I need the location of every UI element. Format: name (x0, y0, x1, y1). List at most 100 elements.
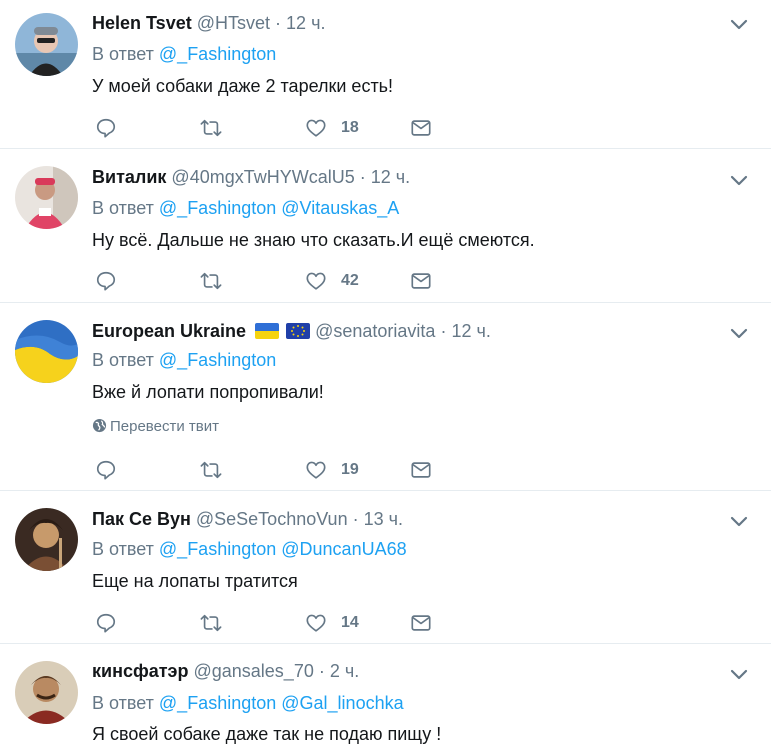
reply-prefix: В ответ (92, 350, 154, 370)
tweet-text: У моей собаки даже 2 тарелки есть! (92, 76, 394, 96)
tweet-text: Еще на лопаты тратится (92, 571, 298, 591)
reply-context: В ответ @_Fashington @DuncanUA68 (92, 538, 407, 560)
like-button[interactable]: 18 (305, 116, 359, 140)
reply-context: В ответ @_Fashington (92, 43, 276, 65)
avatar[interactable] (15, 661, 78, 724)
mention-link[interactable]: @Gal_linochka (281, 693, 403, 713)
reply-icon (96, 613, 116, 633)
avatar[interactable] (15, 508, 78, 571)
tweet-text: Я своей собаке даже так не подаю пищу ! (92, 724, 442, 744)
translate-label: Перевести твит (110, 418, 219, 435)
username[interactable]: @SeSeTochnoVun (196, 509, 348, 529)
like-count: 18 (341, 119, 359, 136)
chevron-down-icon[interactable] (729, 323, 749, 343)
reply-icon (96, 460, 116, 480)
mention-link[interactable]: @_Fashington (159, 198, 276, 218)
retweet-button[interactable] (200, 611, 222, 635)
chevron-down-icon[interactable] (729, 14, 749, 34)
globe-icon (92, 418, 107, 433)
display-name[interactable]: Helen Tsvet (92, 13, 192, 33)
direct-message-button[interactable] (410, 458, 432, 482)
tweet[interactable]: Helen Tsvet @HTsvet · 12 ч. В ответ @_Fa… (0, 0, 771, 149)
reply-context: В ответ @_Fashington (92, 349, 276, 371)
username[interactable]: @senatoriavita (315, 321, 435, 341)
reply-context: В ответ @_Fashington @Vitauskas_A (92, 197, 399, 219)
display-name[interactable]: European Ukraine (92, 321, 246, 341)
tweet-header: Виталик @40mgxTwHYWcalU5 · 12 ч. (92, 166, 410, 188)
like-count: 14 (341, 614, 359, 631)
direct-message-button[interactable] (410, 116, 432, 140)
mention-link[interactable]: @_Fashington (159, 350, 276, 370)
direct-message-button[interactable] (410, 611, 432, 635)
reply-icon (96, 118, 116, 138)
username[interactable]: @gansales_70 (193, 661, 313, 681)
envelope-icon (411, 120, 431, 136)
reply-button[interactable] (95, 611, 117, 635)
tweet-text: Ну всё. Дальше не знаю что сказать.И ещё… (92, 230, 535, 250)
mention-link[interactable]: @DuncanUA68 (281, 539, 406, 559)
timestamp[interactable]: 2 ч. (330, 661, 359, 681)
tweet[interactable]: European Ukraine @senatoriavita · 12 ч. … (0, 303, 771, 491)
avatar[interactable] (15, 166, 78, 229)
translate-tweet-link[interactable]: Перевести твит (92, 417, 219, 437)
retweet-button[interactable] (200, 116, 222, 140)
chevron-down-icon[interactable] (729, 664, 749, 684)
separator-dot: · (352, 509, 359, 529)
heart-icon (306, 119, 326, 137)
reply-icon (96, 271, 116, 291)
username[interactable]: @HTsvet (197, 13, 270, 33)
tweet[interactable]: Виталик @40mgxTwHYWcalU5 · 12 ч. В ответ… (0, 149, 771, 303)
display-name[interactable]: Пак Се Вун (92, 509, 191, 529)
retweet-button[interactable] (200, 269, 222, 293)
reply-button[interactable] (95, 116, 117, 140)
reply-button[interactable] (95, 269, 117, 293)
username[interactable]: @40mgxTwHYWcalU5 (171, 167, 354, 187)
chevron-down-icon[interactable] (729, 170, 749, 190)
retweet-button[interactable] (200, 458, 222, 482)
timestamp[interactable]: 12 ч. (451, 321, 490, 341)
direct-message-button[interactable] (410, 269, 432, 293)
reply-button[interactable] (95, 458, 117, 482)
chevron-down-icon[interactable] (729, 511, 749, 531)
retweet-icon (200, 614, 222, 632)
like-button[interactable]: 19 (305, 458, 359, 482)
tweet-actions: 14 (92, 611, 452, 635)
tweet[interactable]: кинсфатэр @gansales_70 · 2 ч. В ответ @_… (0, 644, 771, 755)
mention-link[interactable]: @Vitauskas_A (281, 198, 399, 218)
tweet[interactable]: Пак Се Вун @SeSeTochnoVun · 13 ч. В отве… (0, 491, 771, 644)
mention-link[interactable]: @_Fashington (159, 44, 276, 64)
avatar[interactable] (15, 13, 78, 76)
heart-icon (306, 272, 326, 290)
reply-prefix: В ответ (92, 44, 154, 64)
avatar[interactable] (15, 320, 78, 383)
separator-dot: · (359, 167, 366, 187)
like-count: 19 (341, 461, 359, 478)
like-button[interactable]: 14 (305, 611, 359, 635)
display-name[interactable]: Виталик (92, 167, 166, 187)
mention-link[interactable]: @_Fashington (159, 693, 276, 713)
tweet-header: Пак Се Вун @SeSeTochnoVun · 13 ч. (92, 508, 403, 530)
mention-link[interactable]: @_Fashington (159, 539, 276, 559)
separator-dot: · (275, 13, 282, 33)
retweet-icon (200, 272, 222, 290)
heart-icon (306, 461, 326, 479)
retweet-icon (200, 119, 222, 137)
like-count: 42 (341, 272, 359, 289)
timestamp[interactable]: 12 ч. (371, 167, 410, 187)
timestamp[interactable]: 13 ч. (364, 509, 403, 529)
envelope-icon (411, 615, 431, 631)
tweet-actions: 18 (92, 116, 452, 140)
like-button[interactable]: 42 (305, 269, 359, 293)
heart-icon (306, 614, 326, 632)
tweet-actions: 19 (92, 458, 452, 482)
reply-context: В ответ @_Fashington @Gal_linochka (92, 692, 404, 714)
tweet-header: European Ukraine @senatoriavita · 12 ч. (92, 320, 491, 342)
display-name[interactable]: кинсфатэр (92, 661, 188, 681)
envelope-icon (411, 273, 431, 289)
separator-dot: · (440, 321, 447, 341)
timestamp[interactable]: 12 ч. (286, 13, 325, 33)
reply-prefix: В ответ (92, 539, 154, 559)
separator-dot: · (318, 661, 325, 681)
tweet-header: кинсфатэр @gansales_70 · 2 ч. (92, 660, 359, 682)
tweet-actions: 42 (92, 269, 452, 293)
